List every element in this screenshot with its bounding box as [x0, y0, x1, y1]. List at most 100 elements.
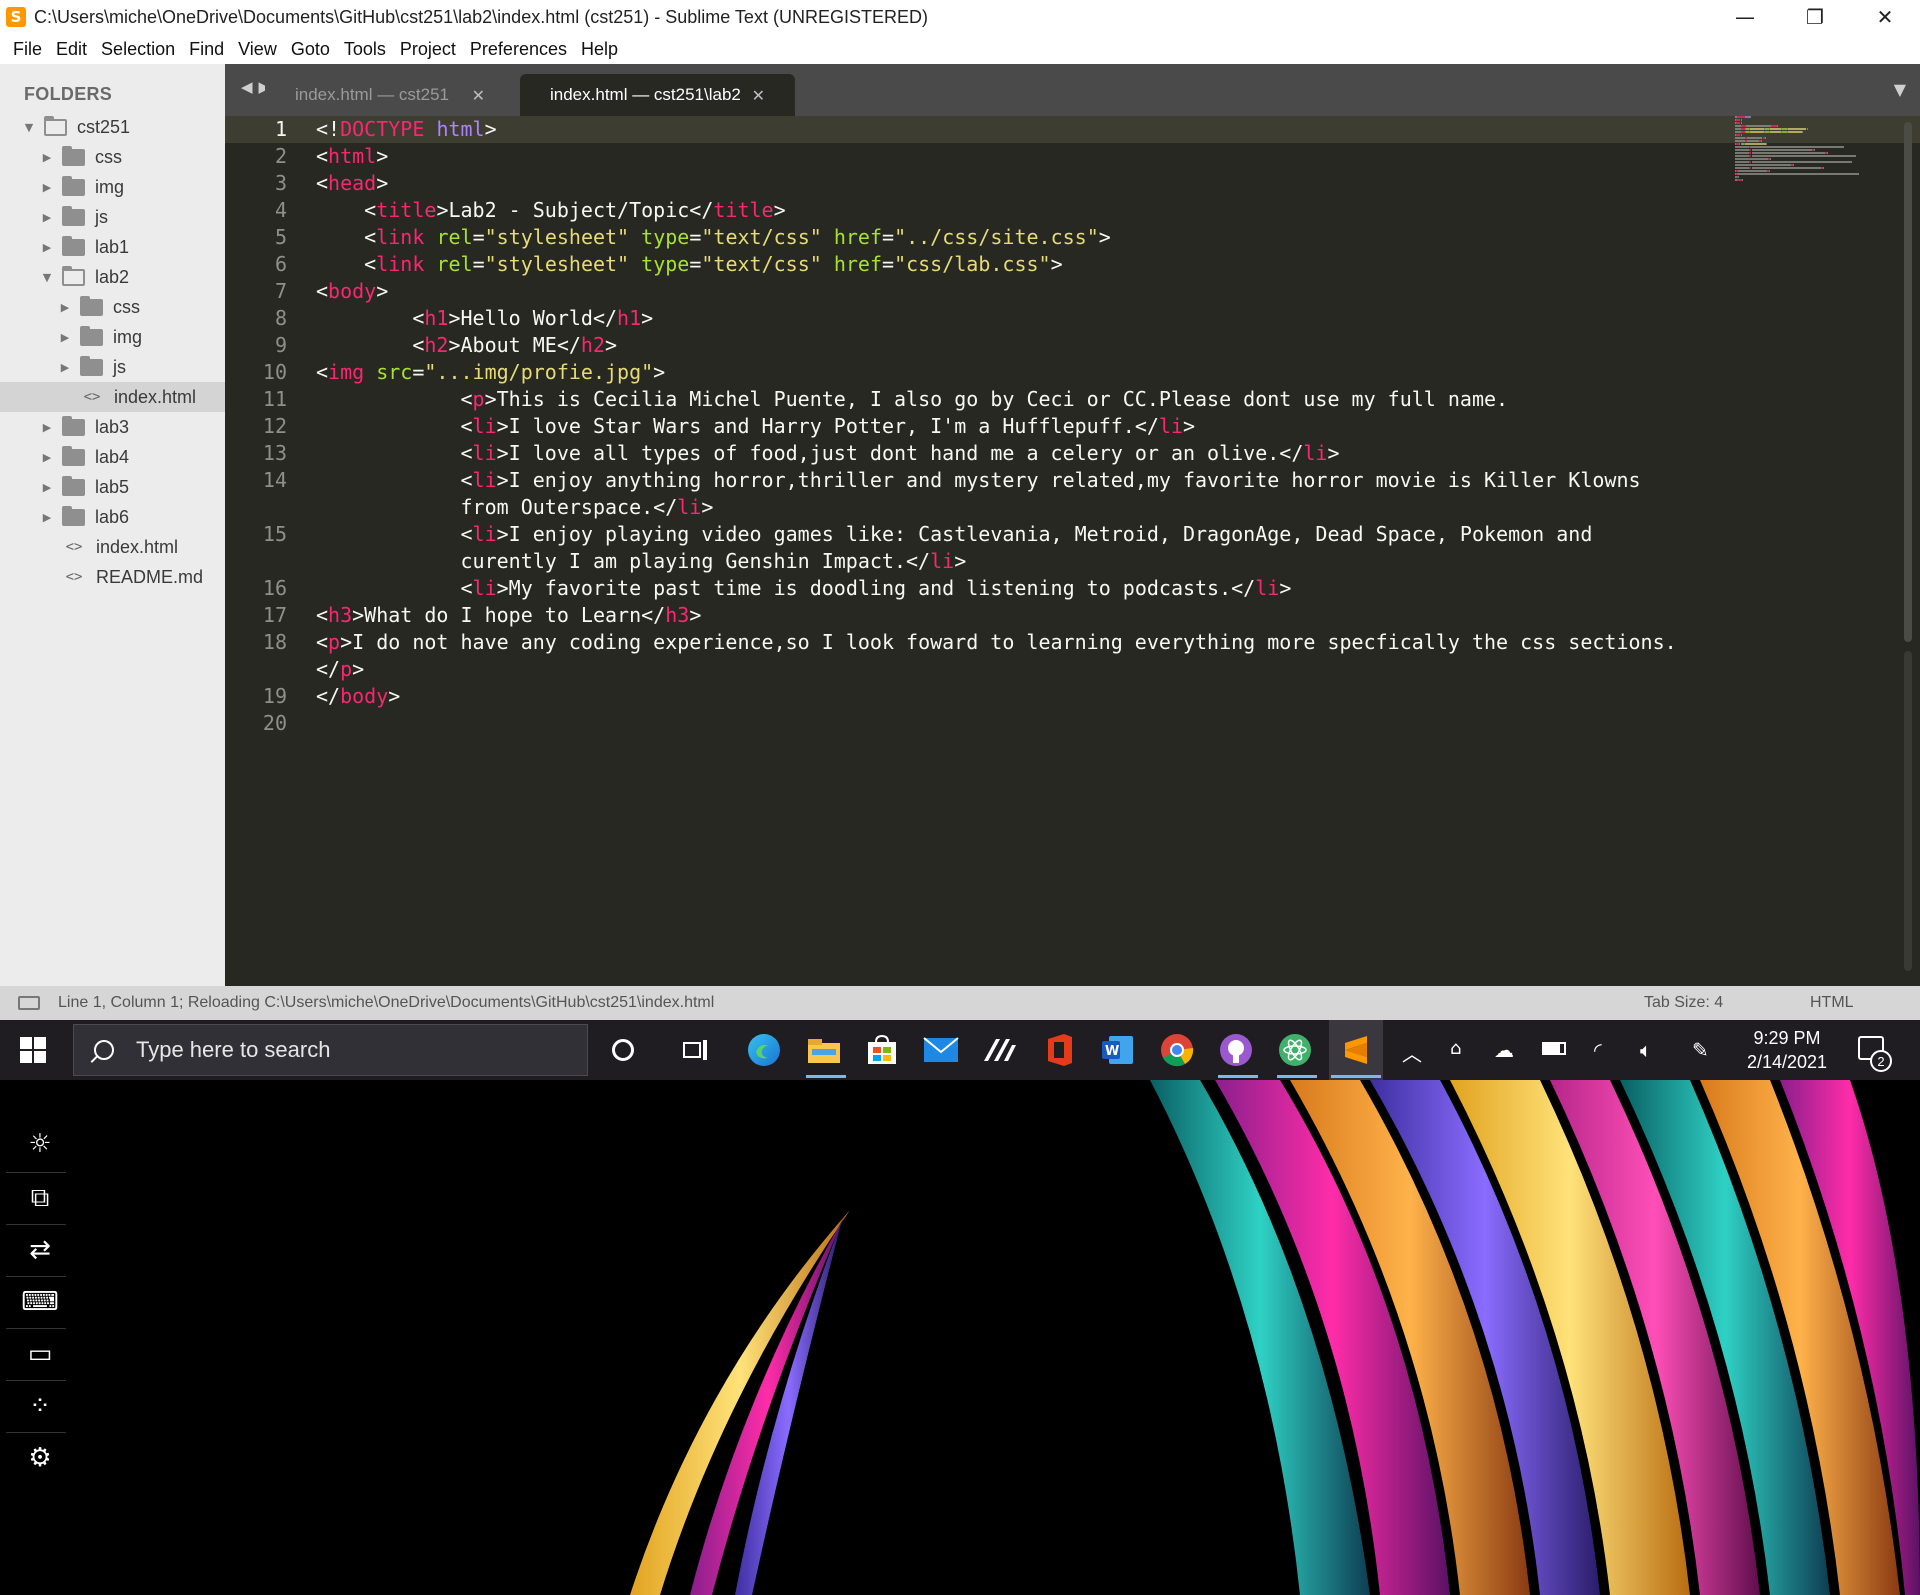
sidebar-folder[interactable]: ▶ lab5	[0, 472, 225, 502]
volume-icon[interactable]: 🔈︎	[1640, 1038, 1652, 1062]
connect-icon[interactable]: ⇄	[20, 1230, 60, 1270]
chevron-right-icon[interactable]: ▶	[40, 241, 54, 254]
code-line[interactable]: </body>	[316, 683, 400, 710]
app-icon[interactable]	[982, 1032, 1018, 1068]
sidebar-file[interactable]: <> index.html	[0, 532, 225, 562]
tab-index-lab2[interactable]: index.html — cst251\lab2 ✕	[520, 74, 795, 116]
taskbar-search[interactable]: Type here to search	[73, 1024, 588, 1076]
display-icon[interactable]: ▭	[20, 1334, 60, 1374]
chevron-right-icon[interactable]: ▶	[40, 511, 54, 524]
sidebar-folder[interactable]: ▶ img	[0, 322, 225, 352]
code-line[interactable]: <li>I enjoy anything horror,thriller and…	[316, 467, 1640, 494]
word-icon[interactable]: W	[1100, 1032, 1136, 1068]
sublime-text-icon[interactable]	[1338, 1032, 1374, 1068]
store-icon[interactable]	[864, 1032, 900, 1068]
code-line[interactable]: <li>I enjoy playing video games like: Ca…	[316, 521, 1592, 548]
brightness-icon[interactable]: ☼	[20, 1124, 60, 1164]
sidebar-folder[interactable]: ▶ js	[0, 202, 225, 232]
code-line[interactable]: <h3>What do I hope to Learn</h3>	[316, 602, 701, 629]
chevron-right-icon[interactable]: ▶	[40, 421, 54, 434]
menu-find[interactable]: Find	[182, 39, 231, 60]
code-line[interactable]: curently I am playing Genshin Impact.</l…	[316, 548, 966, 575]
chrome-icon[interactable]	[1159, 1032, 1195, 1068]
menu-file[interactable]: File	[6, 39, 49, 60]
github-desktop-icon[interactable]	[1218, 1032, 1254, 1068]
chevron-right-icon[interactable]: ▶	[40, 151, 54, 164]
sidebar-file[interactable]: <> README.md	[0, 562, 225, 592]
code-line[interactable]: <link rel="stylesheet" type="text/css" h…	[316, 224, 1111, 251]
minimize-button[interactable]: —	[1710, 0, 1780, 34]
clock[interactable]: 9:29 PM 2/14/2021	[1742, 1026, 1832, 1074]
code-line[interactable]: <h1>Hello World</h1>	[316, 305, 653, 332]
code-line[interactable]: <head>	[316, 170, 388, 197]
sidebar-file[interactable]: <> index.html	[0, 382, 225, 412]
sidebar-folder[interactable]: ▶ img	[0, 172, 225, 202]
onedrive-icon[interactable]: ☁	[1494, 1038, 1514, 1062]
code-line[interactable]: </p>	[316, 656, 364, 683]
chevron-down-icon[interactable]: ▼	[40, 271, 54, 284]
code-line[interactable]: <p>This is Cecilia Michel Puente, I also…	[316, 386, 1508, 413]
task-view-icon[interactable]	[678, 1032, 714, 1068]
edge-icon[interactable]	[746, 1032, 782, 1068]
sidebar-folder[interactable]: ▼ cst251	[0, 112, 225, 142]
chevron-down-icon[interactable]: ▼	[22, 121, 36, 134]
chevron-right-icon[interactable]: ▶	[40, 211, 54, 224]
file-explorer-icon[interactable]	[806, 1032, 842, 1068]
mail-icon[interactable]	[923, 1032, 959, 1068]
scrollbar-track[interactable]	[1904, 651, 1912, 971]
settings-icon[interactable]: ⚙	[20, 1438, 60, 1478]
tab-dropdown-icon[interactable]: ▼	[1894, 80, 1906, 99]
vertical-scrollbar[interactable]	[1904, 122, 1912, 642]
menu-edit[interactable]: Edit	[49, 39, 94, 60]
code-line[interactable]: <h2>About ME</h2>	[316, 332, 617, 359]
close-button[interactable]: ✕	[1850, 0, 1920, 34]
chevron-right-icon[interactable]: ▶	[40, 451, 54, 464]
chevron-right-icon[interactable]: ▶	[58, 361, 72, 374]
pen-icon[interactable]: ✎	[1692, 1038, 1709, 1062]
menu-tools[interactable]: Tools	[337, 39, 393, 60]
cortana-icon[interactable]	[605, 1032, 641, 1068]
chevron-right-icon[interactable]: ▶	[40, 181, 54, 194]
code-line[interactable]: from Outerspace.</li>	[316, 494, 713, 521]
code-editor[interactable]: 1 2 3 4 5 6 7 8 9 10 11 12 13 14 15 16 17 18 19 20 <!DOCTYP…	[225, 116, 1920, 986]
menu-goto[interactable]: Goto	[284, 39, 337, 60]
atom-icon[interactable]	[1277, 1032, 1313, 1068]
code-line[interactable]: <!DOCTYPE html>	[316, 116, 497, 143]
start-button[interactable]	[20, 1037, 46, 1063]
keyboard-icon[interactable]: ⌨	[20, 1282, 60, 1322]
code-line[interactable]: <title>Lab2 - Subject/Topic</title>	[316, 197, 786, 224]
menu-view[interactable]: View	[231, 39, 284, 60]
code-line[interactable]: <img src="...img/profie.jpg">	[316, 359, 665, 386]
sidebar-folder[interactable]: ▶ css	[0, 292, 225, 322]
tab-size-indicator[interactable]: Tab Size: 4	[1644, 994, 1723, 1012]
meet-now-icon[interactable]: ⌂	[1450, 1038, 1461, 1059]
wifi-icon[interactable]: ◜	[1594, 1038, 1602, 1062]
code-line[interactable]: <p>I do not have any coding experience,s…	[316, 629, 1677, 656]
sidebar-folder[interactable]: ▶ lab6	[0, 502, 225, 532]
sidebar-folder[interactable]: ▶ js	[0, 352, 225, 382]
code-line[interactable]: <li>My favorite past time is doodling an…	[316, 575, 1291, 602]
menu-preferences[interactable]: Preferences	[463, 39, 574, 60]
sidebar-folder[interactable]: ▼ lab2	[0, 262, 225, 292]
menu-selection[interactable]: Selection	[94, 39, 182, 60]
sidebar-folder[interactable]: ▶ lab4	[0, 442, 225, 472]
sidebar-folder[interactable]: ▶ css	[0, 142, 225, 172]
code-line[interactable]: <link rel="stylesheet" type="text/css" h…	[316, 251, 1063, 278]
apps-icon[interactable]: ⁘	[20, 1386, 60, 1426]
chevron-right-icon[interactable]: ▶	[58, 331, 72, 344]
chevron-up-icon[interactable]: ︿	[1402, 1038, 1422, 1067]
battery-icon[interactable]	[1542, 1038, 1566, 1055]
close-icon[interactable]: ✕	[472, 86, 485, 105]
chevron-right-icon[interactable]: ▶	[40, 481, 54, 494]
project-icon[interactable]: ⧉	[20, 1178, 60, 1218]
menu-project[interactable]: Project	[393, 39, 463, 60]
code-line[interactable]: <html>	[316, 143, 388, 170]
syntax-indicator[interactable]: HTML	[1810, 994, 1854, 1012]
sidebar-folder[interactable]: ▶ lab3	[0, 412, 225, 442]
code-line[interactable]: <li>I love Star Wars and Harry Potter, I…	[316, 413, 1195, 440]
sidebar-folder[interactable]: ▶ lab1	[0, 232, 225, 262]
panel-toggle-icon[interactable]	[18, 996, 40, 1010]
chevron-right-icon[interactable]: ▶	[58, 301, 72, 314]
close-icon[interactable]: ✕	[752, 86, 765, 105]
menu-help[interactable]: Help	[574, 39, 625, 60]
